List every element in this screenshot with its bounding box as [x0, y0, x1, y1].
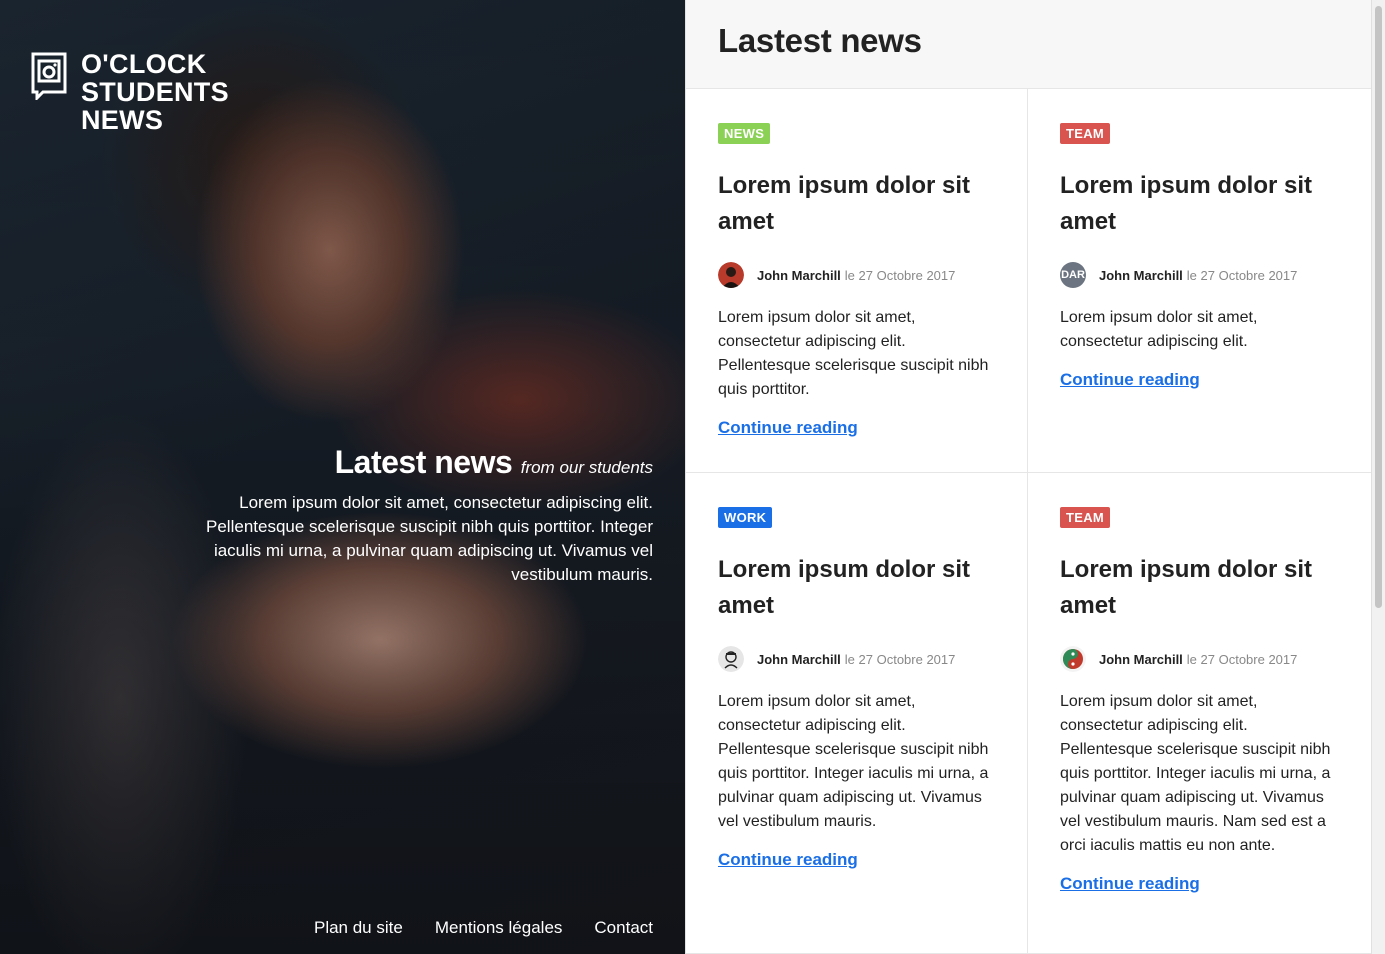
article-date: le 27 Octobre 2017: [1186, 267, 1298, 283]
author-name[interactable]: John Marchill: [1099, 268, 1183, 283]
article-excerpt: Lorem ipsum dolor sit amet, consectetur …: [718, 309, 989, 398]
logo-line: NEWS: [81, 105, 164, 135]
author-line: John Marchill le 27 Octobre 2017: [718, 646, 995, 672]
vertical-scrollbar[interactable]: [1371, 0, 1385, 954]
continue-reading-link[interactable]: Continue reading: [1060, 874, 1200, 894]
author-name[interactable]: John Marchill: [757, 268, 841, 283]
page-title: Lastest news: [718, 22, 922, 59]
hero-title: Latest news: [334, 444, 513, 480]
article-title[interactable]: Lorem ipsum dolor sit amet: [718, 552, 988, 624]
article-date: le 27 Octobre 2017: [1186, 651, 1298, 667]
hero-panel: O'CLOCK STUDENTS NEWS Latest news from o…: [0, 0, 685, 954]
hero-subtitle: from our students: [520, 458, 653, 477]
news-panel: Lastest news NEWS Lorem ipsum dolor sit …: [685, 0, 1371, 954]
article-card: NEWS Lorem ipsum dolor sit amet John Mar…: [686, 89, 1028, 473]
category-tag[interactable]: NEWS: [718, 123, 771, 144]
logo-text: O'CLOCK STUDENTS NEWS: [81, 50, 229, 134]
author-name[interactable]: John Marchill: [1099, 652, 1183, 667]
article-card: TEAM Lorem ipsum dolor sit amet John Mar…: [1028, 473, 1371, 954]
category-tag[interactable]: TEAM: [1060, 123, 1111, 144]
article-excerpt: Lorem ipsum dolor sit amet, consectetur …: [718, 693, 989, 830]
site-logo[interactable]: O'CLOCK STUDENTS NEWS: [31, 50, 229, 134]
article-card: TEAM Lorem ipsum dolor sit amet DAR John…: [1028, 89, 1371, 473]
avatar-initials: DAR: [1061, 269, 1085, 281]
scrollbar-thumb[interactable]: [1375, 6, 1382, 608]
footer-link-legal[interactable]: Mentions légales: [435, 918, 563, 938]
author-line: John Marchill le 27 Octobre 2017: [718, 262, 995, 288]
avatar-portrait-icon: [718, 262, 744, 288]
hero-intro: Latest news from our students Lorem ipsu…: [183, 444, 653, 587]
footer-link-site-map[interactable]: Plan du site: [314, 918, 403, 938]
logo-line: STUDENTS: [81, 77, 229, 107]
avatar: [718, 646, 744, 672]
author-line: John Marchill le 27 Octobre 2017: [1060, 646, 1339, 672]
article-excerpt: Lorem ipsum dolor sit amet, consectetur …: [1060, 693, 1331, 854]
avatar: DAR: [1060, 262, 1086, 288]
article-title[interactable]: Lorem ipsum dolor sit amet: [1060, 552, 1330, 624]
logo-line: O'CLOCK: [81, 49, 207, 79]
category-tag[interactable]: WORK: [718, 507, 773, 528]
article-excerpt: Lorem ipsum dolor sit amet, consectetur …: [1060, 309, 1258, 350]
avatar-swirl-icon: [1060, 646, 1086, 672]
footer-nav: Plan du site Mentions légales Contact: [314, 918, 653, 938]
continue-reading-link[interactable]: Continue reading: [718, 850, 858, 870]
article-date: le 27 Octobre 2017: [844, 267, 956, 283]
footer-link-contact[interactable]: Contact: [594, 918, 653, 938]
continue-reading-link[interactable]: Continue reading: [1060, 370, 1200, 390]
news-header: Lastest news: [686, 0, 1371, 89]
article-date: le 27 Octobre 2017: [844, 651, 956, 667]
hero-text: Lorem ipsum dolor sit amet, consectetur …: [206, 493, 653, 584]
article-title[interactable]: Lorem ipsum dolor sit amet: [1060, 168, 1330, 240]
article-card: WORK Lorem ipsum dolor sit amet John Mar…: [686, 473, 1028, 954]
continue-reading-link[interactable]: Continue reading: [718, 418, 858, 438]
article-title[interactable]: Lorem ipsum dolor sit amet: [718, 168, 988, 240]
avatar-sketch-icon: [718, 646, 744, 672]
author-name[interactable]: John Marchill: [757, 652, 841, 667]
category-tag[interactable]: TEAM: [1060, 507, 1111, 528]
avatar: [1060, 646, 1086, 672]
author-line: DAR John Marchill le 27 Octobre 2017: [1060, 262, 1339, 288]
avatar: [718, 262, 744, 288]
article-grid: NEWS Lorem ipsum dolor sit amet John Mar…: [686, 89, 1371, 954]
camera-frame-icon: [31, 52, 67, 100]
